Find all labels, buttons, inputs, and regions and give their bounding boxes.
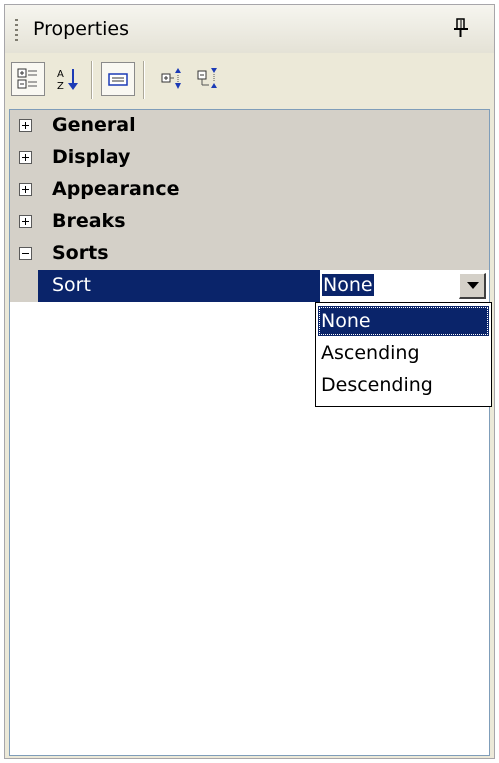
category-row-breaks[interactable]: Breaks (10, 206, 489, 238)
svg-text:Z: Z (57, 81, 64, 91)
category-row-display[interactable]: Display (10, 142, 489, 174)
category-row-general[interactable]: General (10, 110, 489, 142)
alphabetical-button[interactable]: A Z (51, 62, 85, 96)
drag-grip-icon[interactable] (15, 19, 18, 41)
category-row-appearance[interactable]: Appearance (10, 174, 489, 206)
panel-title: Properties (33, 18, 130, 40)
expand-all-icon (161, 68, 181, 89)
expand-all-button[interactable] (155, 62, 189, 96)
toolbar-separator (91, 61, 93, 99)
toolbar-separator (143, 61, 145, 99)
toolbar: A Z (5, 53, 494, 109)
expand-plus-icon[interactable] (19, 119, 32, 132)
property-pages-icon (108, 73, 128, 86)
property-pages-button[interactable] (101, 62, 135, 96)
title-bar[interactable]: Properties (5, 5, 494, 54)
category-label: General (52, 114, 136, 136)
svg-text:A: A (57, 69, 64, 80)
property-value-combobox[interactable]: None (320, 270, 489, 302)
property-name[interactable]: Sort (38, 270, 320, 302)
category-label: Display (52, 146, 131, 168)
dropdown-option-descending[interactable]: Descending (318, 370, 489, 400)
collapse-all-button[interactable] (191, 62, 225, 96)
category-label: Sorts (52, 242, 109, 264)
categorized-button[interactable] (11, 62, 45, 96)
property-value-text[interactable]: None (322, 274, 374, 296)
dropdown-option-none[interactable]: None (318, 306, 489, 336)
dropdown-option-ascending[interactable]: Ascending (318, 338, 489, 368)
category-label: Appearance (52, 178, 180, 200)
collapse-minus-icon[interactable] (19, 247, 32, 260)
sort-dropdown-list[interactable]: None Ascending Descending (315, 302, 492, 407)
expand-plus-icon[interactable] (19, 183, 32, 196)
sort-alphabetical-icon: A Z (57, 69, 78, 91)
category-row-sorts[interactable]: Sorts (10, 238, 489, 270)
expand-plus-icon[interactable] (19, 151, 32, 164)
dropdown-arrow-icon[interactable] (459, 273, 486, 299)
category-label: Breaks (52, 210, 126, 232)
pin-icon[interactable] (454, 17, 468, 39)
expand-plus-icon[interactable] (19, 215, 32, 228)
categorized-icon (17, 68, 37, 89)
property-row-sort[interactable]: Sort None (10, 270, 489, 302)
property-grid: General Display Appearance Breaks Sorts … (9, 109, 490, 756)
collapse-all-icon (197, 68, 217, 88)
